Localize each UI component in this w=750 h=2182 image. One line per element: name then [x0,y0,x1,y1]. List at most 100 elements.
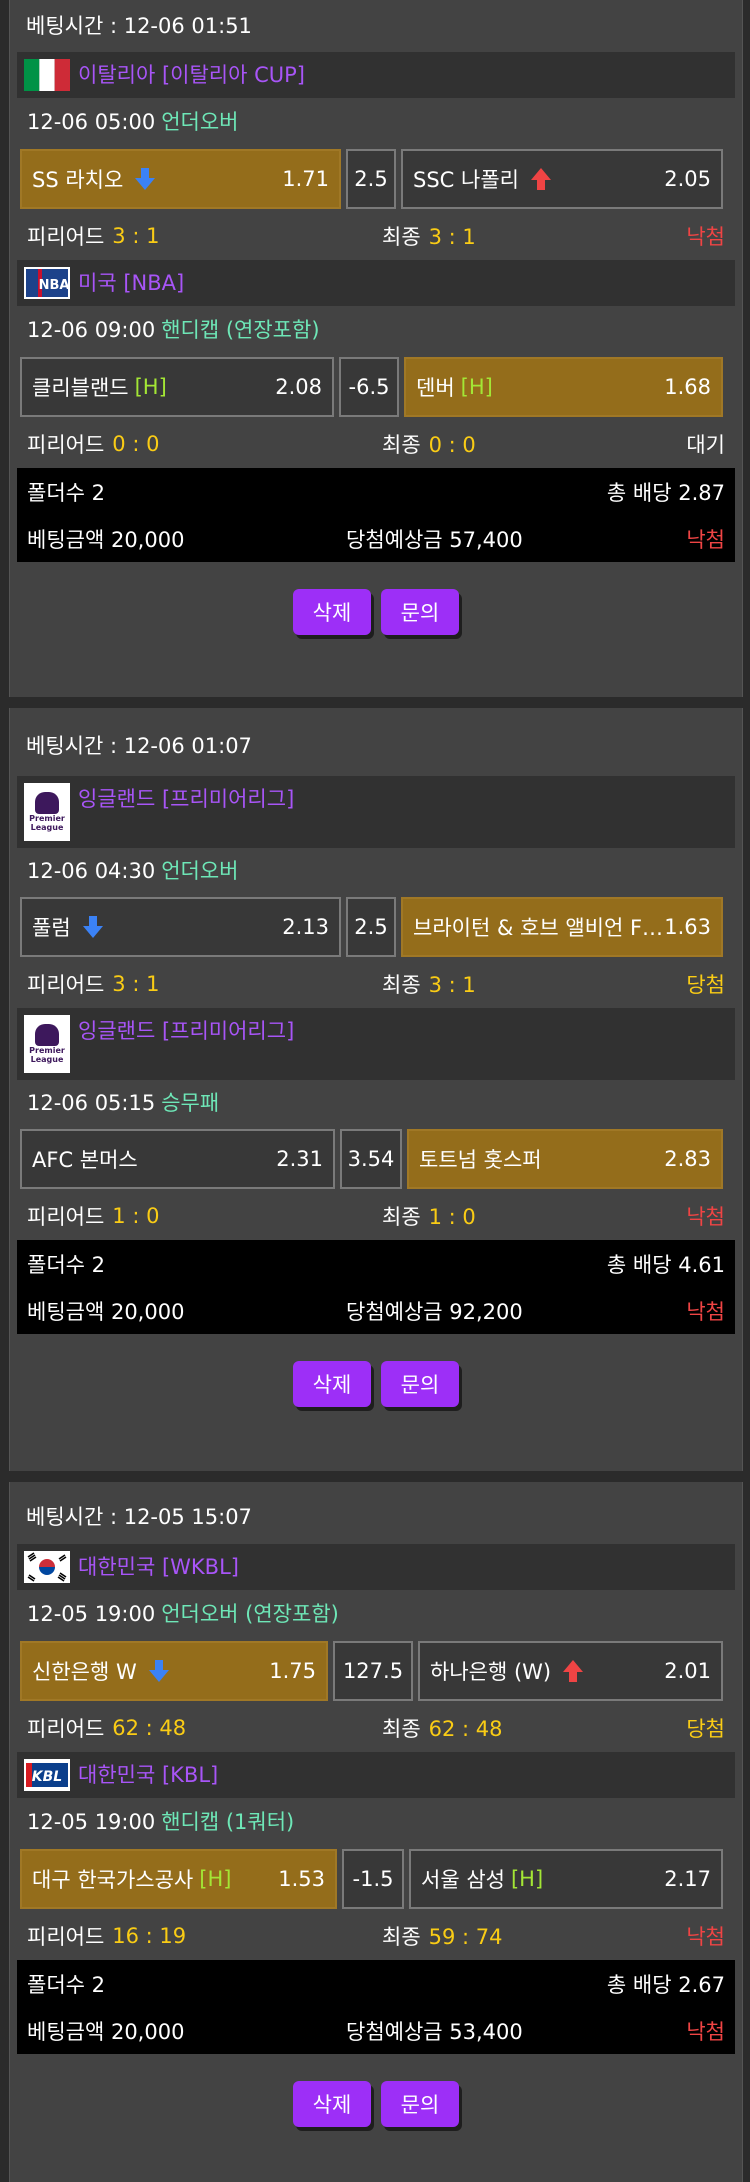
line-text: 2.5 [354,915,388,939]
expected-payout: 당첨예상금 57,400 [346,527,523,552]
final: 최종 0 : 0 [382,429,476,459]
away-odds: 2.01 [664,1659,711,1683]
away-odds-button[interactable]: 하나은행 (W) 2.01 [418,1641,723,1701]
away-team: SSC 나폴리 [403,164,664,194]
match-info: 12-05 19:00 핸디캡 (1쿼터) [17,1798,735,1846]
premier-league-logo-icon: Premier League [24,783,70,841]
bet-slip-card: 베팅시간 : 12-06 01:51 이탈리아 [이탈리아 CUP] 12-06… [9,0,743,697]
away-team: 덴버 [H] [406,372,664,402]
final: 최종 3 : 1 [382,969,476,999]
away-odds-button[interactable]: 브라이턴 & 호브 앨비언 F… 1.63 [401,897,723,957]
away-odds-button[interactable]: SSC 나폴리 2.05 [401,149,723,209]
odds-row: 대구 한국가스공사 [H] 1.53 -1.5 서울 삼성 [H] 2.17 [17,1846,735,1912]
home-team: AFC 본머스 [22,1144,276,1174]
final: 최종 1 : 0 [382,1201,476,1231]
home-odds: 2.31 [276,1147,323,1171]
match-block: NBA 미국 [NBA] 12-06 09:00 핸디캡 (연장포함) 클리블랜드… [17,260,735,468]
match-datetime: 12-05 19:00 [27,1810,156,1834]
nba-logo-icon: NBA [24,267,70,299]
home-odds-button[interactable]: SS 라치오 1.71 [20,149,341,209]
match-result: 당첨 [686,973,725,997]
arrow-down-icon [135,168,156,190]
away-team-name: 덴버 [416,376,455,400]
market-type: 언더오버 [161,859,239,883]
league-name: 미국 [NBA] [78,271,185,295]
odds-row: SS 라치오 1.71 2.5 SSC 나폴리 2.05 [17,146,735,212]
home-odds-button[interactable]: AFC 본머스 2.31 [20,1129,335,1189]
bet-slip-card: 베팅시간 : 12-06 01:07 Premier League 잉글랜드 [프… [9,708,743,1471]
home-odds-button[interactable]: 대구 한국가스공사 [H] 1.53 [20,1849,337,1909]
final-score: 62 : 48 [428,1717,503,1741]
league-header: KBL 대한민국 [KBL] [17,1752,735,1798]
total-odds: 총 배당 4.61 [606,1252,725,1277]
premier-league-logo-icon: Premier League [24,1015,70,1073]
market-type: 승무패 [161,1091,220,1115]
home-odds-button[interactable]: 신한은행 W 1.75 [20,1641,328,1701]
summary-row-folders: 폴더수 2 총 배당 2.67 [17,1960,735,2007]
delete-button[interactable]: 삭제 [293,2081,371,2127]
score-line: 피리어드 0 : 0 최종 0 : 0 대기 [17,420,735,468]
inquiry-button[interactable]: 문의 [381,589,459,635]
league-name: 대한민국 [WKBL] [78,1555,239,1579]
bet-summary: 폴더수 2 총 배당 4.61 베팅금액 20,000 당첨예상금 92,200… [17,1240,735,1334]
odds-row: 풀럼 2.13 2.5 브라이턴 & 호브 앨비언 F… 1.63 [17,894,735,960]
bet-summary: 폴더수 2 총 배당 2.87 베팅금액 20,000 당첨예상금 57,400… [17,468,735,562]
home-team: 풀럼 [22,912,282,942]
line-value: -1.5 [342,1849,404,1909]
line-text: -6.5 [348,375,390,399]
home-team-name: 클리블랜드 [32,376,129,400]
summary-row-amount: 베팅금액 20,000 당첨예상금 92,200 낙첨 [17,1287,735,1334]
expected-payout: 당첨예상금 92,200 [346,1299,523,1324]
italy-flag-icon [24,59,70,91]
line-value: 3.54 [340,1129,402,1189]
away-odds-button[interactable]: 덴버 [H] 1.68 [404,357,723,417]
summary-row-amount: 베팅금액 20,000 당첨예상금 53,400 낙첨 [17,2007,735,2054]
league-header: Premier League 잉글랜드 [프리미어리그] [17,776,735,848]
total-odds: 총 배당 2.87 [606,480,725,505]
inquiry-button[interactable]: 문의 [381,2081,459,2127]
away-team: 하나은행 (W) [420,1656,664,1686]
away-odds: 1.68 [664,375,711,399]
away-odds: 2.05 [664,167,711,191]
period-score: 0 : 0 [112,432,160,456]
home-odds: 2.13 [282,915,329,939]
folder-count: 폴더수 2 [27,1972,105,1997]
line-text: -1.5 [352,1867,394,1891]
home-team-name: 대구 한국가스공사 [32,1868,194,1892]
period-label: 피리어드 [27,1205,105,1229]
away-team-name: 토트넘 홋스퍼 [419,1148,542,1172]
folder-count: 폴더수 2 [27,1252,105,1277]
bet-status: 낙첨 [686,2019,725,2044]
score-line: 피리어드 3 : 1 최종 3 : 1 낙첨 [17,212,735,260]
match-block: Premier League 잉글랜드 [프리미어리그] 12-06 04:30 언… [17,776,735,1008]
market-type: 언더오버 (연장포함) [161,1602,339,1626]
delete-button[interactable]: 삭제 [293,589,371,635]
match-block: KBL 대한민국 [KBL] 12-05 19:00 핸디캡 (1쿼터) 대구 한… [17,1752,735,1960]
away-team-name: 서울 삼성 [421,1868,505,1892]
arrow-up-icon [530,168,551,190]
bet-status: 낙첨 [686,1299,725,1324]
final-label: 최종 [382,433,421,457]
home-odds-button[interactable]: 풀럼 2.13 [20,897,341,957]
inquiry-button[interactable]: 문의 [381,1361,459,1407]
away-odds-button[interactable]: 서울 삼성 [H] 2.17 [409,1849,723,1909]
home-team: SS 라치오 [22,164,282,194]
score-line: 피리어드 1 : 0 최종 1 : 0 낙첨 [17,1192,735,1240]
line-value: 2.5 [346,897,396,957]
match-datetime: 12-05 19:00 [27,1602,156,1626]
match-info: 12-06 05:15 승무패 [17,1080,735,1126]
svg-text:NBA: NBA [39,278,70,293]
bet-time: 베팅시간 : 12-06 01:51 [26,14,252,38]
expected-payout: 당첨예상금 53,400 [346,2019,523,2044]
final-label: 최종 [382,1205,421,1229]
period-label: 피리어드 [27,225,105,249]
home-odds: 1.75 [269,1659,316,1683]
away-team-name: 하나은행 (W) [430,1660,552,1684]
away-odds-button[interactable]: 토트넘 홋스퍼 2.83 [407,1129,723,1189]
home-odds-button[interactable]: 클리블랜드 [H] 2.08 [20,357,334,417]
bet-amount: 베팅금액 20,000 [27,2019,185,2044]
final: 최종 59 : 74 [382,1921,503,1951]
delete-button[interactable]: 삭제 [293,1361,371,1407]
match-info: 12-05 19:00 언더오버 (연장포함) [17,1590,735,1638]
match-block: 이탈리아 [이탈리아 CUP] 12-06 05:00 언더오버 SS 라치오 1… [17,52,735,260]
